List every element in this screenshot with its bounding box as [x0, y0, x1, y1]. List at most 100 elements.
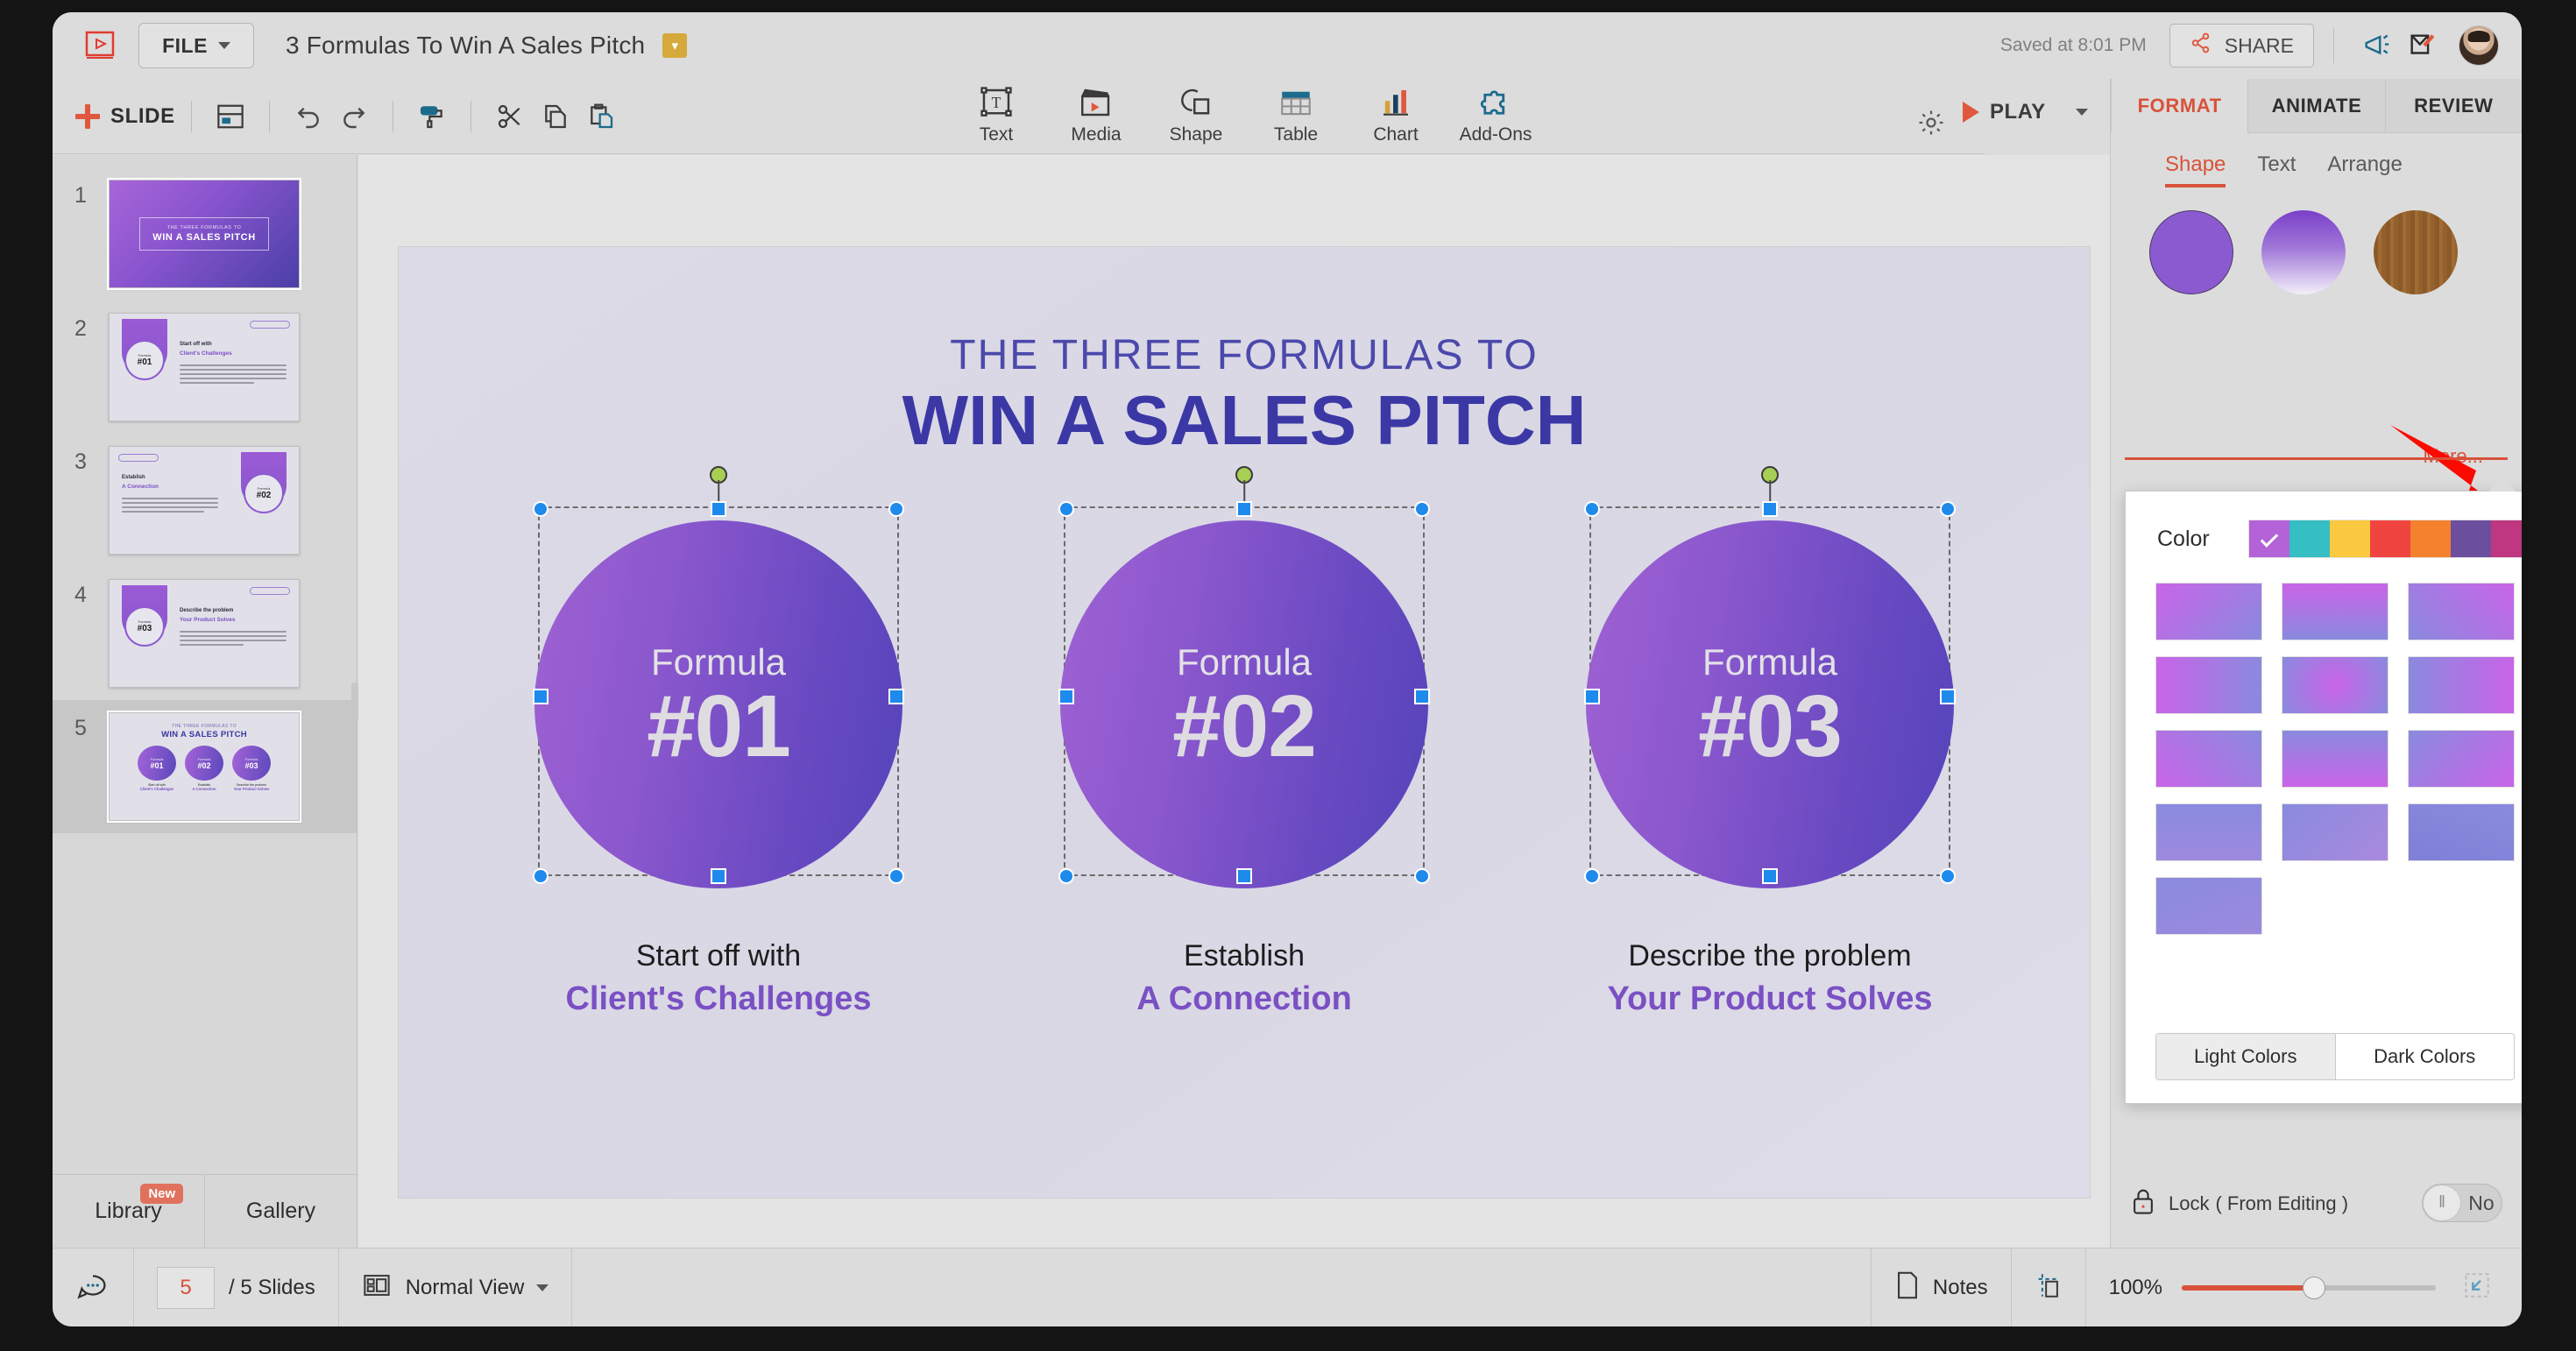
guides-button[interactable] [2010, 1248, 2086, 1326]
caption-1[interactable]: Start off with Client's Challenges [534, 939, 902, 1018]
resize-handle-mr[interactable] [888, 689, 904, 704]
gradient-cell-1[interactable] [2282, 583, 2388, 640]
insert-chart-button[interactable]: Chart [1346, 79, 1446, 145]
formula-circle[interactable]: Formula #02 [1060, 520, 1428, 888]
palette-swatch-1[interactable] [2289, 520, 2330, 557]
tab-animate[interactable]: ANIMATE [2247, 79, 2385, 133]
shape-selection-2[interactable]: Formula #02 [1058, 466, 1430, 888]
palette-swatch-5[interactable] [2451, 520, 2491, 557]
paste-icon[interactable] [578, 94, 624, 139]
palette-swatch-3[interactable] [2370, 520, 2410, 557]
gradient-cell-8[interactable] [2408, 730, 2515, 788]
resize-handle-br[interactable] [888, 868, 904, 884]
notes-button[interactable]: Notes [1870, 1248, 2011, 1326]
insert-media-button[interactable]: Media [1046, 79, 1146, 145]
resize-handle-tl[interactable] [533, 501, 548, 517]
zoom-slider[interactable] [2182, 1276, 2436, 1299]
resize-handle-bl[interactable] [1584, 868, 1600, 884]
insert-shape-button[interactable]: Shape [1146, 79, 1246, 145]
app-logo-icon[interactable] [81, 27, 119, 64]
resize-handle-bl[interactable] [1058, 868, 1074, 884]
canvas-area[interactable]: THE THREE FORMULAS TO WIN A SALES PITCH … [351, 155, 2110, 1248]
scissors-icon[interactable] [487, 94, 533, 139]
subtab-shape[interactable]: Shape [2165, 152, 2226, 187]
gradient-cell-4[interactable] [2282, 656, 2388, 714]
palette-swatch-0[interactable] [2249, 520, 2289, 557]
shape-swatch-solid-purple[interactable] [2149, 210, 2233, 294]
resize-handle-br[interactable] [1940, 868, 1956, 884]
subtab-arrange[interactable]: Arrange [2327, 152, 2402, 187]
insert-text-button[interactable]: T Text [946, 79, 1046, 145]
slide-thumbnail[interactable]: Formula #01 Start off with Client's Chal… [109, 313, 300, 421]
shape-selection-3[interactable]: Formula #03 [1584, 466, 1956, 888]
share-button[interactable]: SHARE [2169, 24, 2314, 67]
formula-circle[interactable]: Formula #01 [534, 520, 902, 888]
slide-canvas[interactable]: THE THREE FORMULAS TO WIN A SALES PITCH … [399, 247, 2090, 1198]
resize-handle-tc[interactable] [1236, 501, 1252, 517]
copy-icon[interactable] [533, 94, 578, 139]
slide-thumbnail[interactable]: Formula #03 Describe the problem Your Pr… [109, 579, 300, 688]
fit-to-screen-icon[interactable] [2462, 1271, 2492, 1304]
gradient-cell-5[interactable] [2408, 656, 2515, 714]
tab-library[interactable]: Library New [53, 1175, 204, 1248]
megaphone-icon[interactable] [2353, 23, 2399, 68]
gradient-cell-7[interactable] [2282, 730, 2388, 788]
redo-icon[interactable] [331, 94, 377, 139]
slide-thumbnail-item-active[interactable]: 5 THE THREE FORMULAS TO WIN A SALES PITC… [53, 700, 357, 833]
resize-handle-tc[interactable] [711, 501, 726, 517]
resize-handle-bl[interactable] [533, 868, 548, 884]
resize-handle-mr[interactable] [1414, 689, 1430, 704]
slide-subtitle[interactable]: THE THREE FORMULAS TO [399, 331, 2090, 379]
lock-toggle[interactable]: ‖ No [2422, 1184, 2502, 1222]
resize-handle-ml[interactable] [533, 689, 548, 704]
caption-3[interactable]: Describe the problem Your Product Solves [1586, 939, 1954, 1018]
add-slide-button[interactable]: SLIDE [75, 103, 175, 129]
zoom-slider-knob[interactable] [2302, 1276, 2325, 1299]
avatar[interactable] [2459, 25, 2499, 66]
slide-thumbnail-item[interactable]: 3 Formula #02 Establish A Connection [53, 434, 357, 567]
palette-swatch-2[interactable] [2330, 520, 2370, 557]
gradient-color-dropdown[interactable]: Color Light Colors Dark Colors [2125, 477, 2522, 1104]
palette-swatch-4[interactable] [2410, 520, 2451, 557]
slide-layout-icon[interactable] [208, 94, 253, 139]
panel-resize-handle[interactable] [351, 682, 358, 721]
gear-icon[interactable] [1908, 100, 1954, 145]
gradient-cell-12[interactable] [2155, 877, 2262, 935]
gradient-cell-0[interactable] [2155, 583, 2262, 640]
compose-icon[interactable] [2399, 23, 2445, 68]
light-colors-tab[interactable]: Light Colors [2156, 1034, 2336, 1079]
slide-thumbnail[interactable]: Formula #02 Establish A Connection [109, 446, 300, 555]
slide-thumbnail-item[interactable]: 1 THE THREE FORMULAS TO WIN A SALES PITC… [53, 167, 357, 301]
tab-review[interactable]: REVIEW [2384, 79, 2522, 133]
tab-format[interactable]: FORMAT [2111, 79, 2248, 133]
resize-handle-ml[interactable] [1058, 689, 1074, 704]
paint-roller-icon[interactable] [409, 94, 455, 139]
zoom-control[interactable]: 100% [2086, 1248, 2522, 1326]
resize-handle-br[interactable] [1414, 868, 1430, 884]
gradient-cell-9[interactable] [2155, 803, 2262, 861]
subtab-text[interactable]: Text [2257, 152, 2296, 187]
slide-thumbnail[interactable]: THE THREE FORMULAS TO WIN A SALES PITCH … [107, 711, 301, 823]
folder-download-icon[interactable]: ▾ [662, 33, 688, 58]
resize-handle-ml[interactable] [1584, 689, 1600, 704]
view-selector[interactable]: Normal View [339, 1248, 573, 1326]
play-button[interactable]: PLAY [1963, 100, 2088, 124]
resize-handle-tr[interactable] [888, 501, 904, 517]
resize-handle-bc[interactable] [1762, 868, 1778, 884]
slide-thumbnail[interactable]: THE THREE FORMULAS TO WIN A SALES PITCH [107, 178, 301, 290]
resize-handle-tc[interactable] [1762, 501, 1778, 517]
gradient-cell-6[interactable] [2155, 730, 2262, 788]
shape-selection-1[interactable]: Formula #01 [533, 466, 904, 888]
gradient-cell-2[interactable] [2408, 583, 2515, 640]
gradient-cell-10[interactable] [2282, 803, 2388, 861]
undo-icon[interactable] [286, 94, 331, 139]
shape-swatch-gradient-purple-white[interactable] [2261, 210, 2346, 294]
resize-handle-tr[interactable] [1414, 501, 1430, 517]
resize-handle-mr[interactable] [1940, 689, 1956, 704]
caption-2[interactable]: Establish A Connection [1060, 939, 1428, 1018]
slide-title[interactable]: WIN A SALES PITCH [399, 380, 2090, 461]
slide-thumbnail-item[interactable]: 4 Formula #03 Describe the problem Your … [53, 567, 357, 700]
slide-thumbnail-item[interactable]: 2 Formula #01 Start off with Client's Ch… [53, 301, 357, 434]
insert-table-button[interactable]: Table [1246, 79, 1346, 145]
add-ons-button[interactable]: Add-Ons [1446, 79, 1546, 145]
